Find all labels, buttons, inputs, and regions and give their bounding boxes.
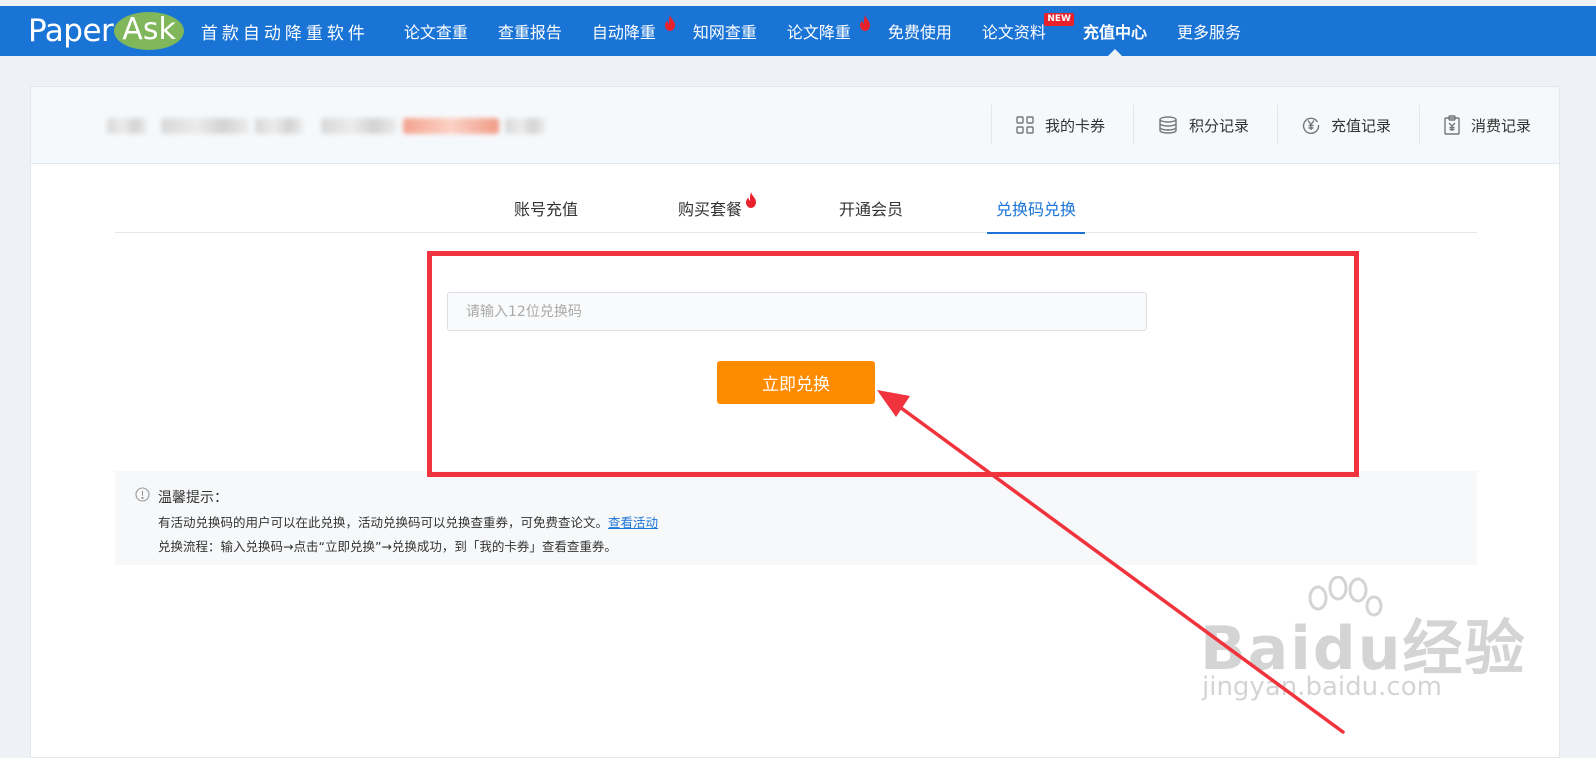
annotation-arrow (877, 390, 1345, 734)
